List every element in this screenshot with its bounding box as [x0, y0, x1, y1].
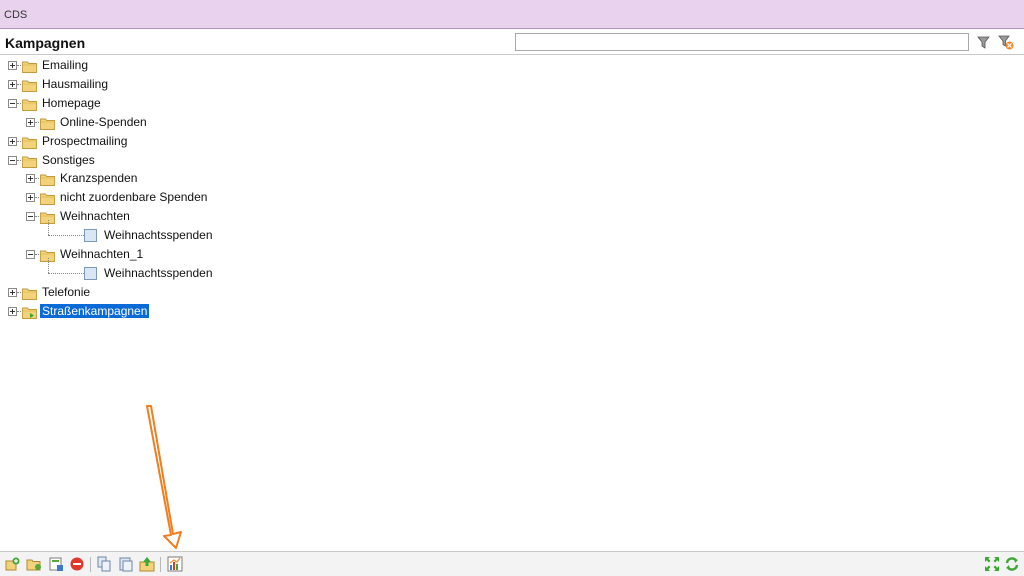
campaign-item-icon — [84, 229, 97, 243]
tree-node-label[interactable]: Hausmailing — [42, 77, 108, 91]
tree-connector — [48, 220, 49, 236]
tree-folder[interactable]: Sonstiges — [0, 151, 1024, 170]
tree-node-label[interactable]: Online-Spenden — [60, 115, 147, 129]
expand-icon[interactable] — [8, 79, 17, 89]
copy-icon[interactable] — [96, 556, 112, 572]
search-input[interactable] — [515, 33, 969, 51]
expand-icon[interactable] — [8, 61, 17, 70]
folder-icon — [40, 173, 55, 187]
expand-icon[interactable] — [8, 136, 17, 146]
expand-icon[interactable] — [26, 174, 35, 184]
tree-node-label[interactable]: Kranzspenden — [60, 171, 137, 185]
tree-node-label[interactable]: Weihnachten — [60, 209, 130, 223]
tree-folder[interactable]: Weihnachten_1 — [0, 245, 1024, 264]
collapse-icon[interactable] — [8, 155, 17, 165]
expand-icon[interactable] — [8, 287, 17, 297]
tree-folder[interactable]: Straßenkampagnen — [0, 302, 1024, 321]
collapse-icon[interactable] — [26, 212, 35, 222]
tree-node-label[interactable]: Telefonie — [42, 285, 90, 299]
tree-node-label[interactable]: Weihnachten_1 — [60, 247, 143, 261]
folder-icon — [22, 287, 37, 300]
expand-all-icon[interactable] — [984, 556, 1000, 572]
tree-folder[interactable]: Hausmailing — [0, 75, 1024, 94]
panel-header: Kampagnen — [0, 30, 1024, 55]
statistics-icon[interactable] — [167, 556, 183, 572]
tree-node-label[interactable]: Prospectmailing — [42, 134, 127, 148]
bottom-toolbar — [0, 551, 1024, 576]
tree-node-label[interactable]: Sonstiges — [42, 153, 95, 167]
folder-icon — [22, 79, 37, 92]
tree-folder[interactable]: Weihnachten — [0, 207, 1024, 226]
tree-item[interactable]: Weihnachtsspenden — [0, 257, 1024, 283]
folder-icon — [40, 192, 55, 206]
tree-folder[interactable]: Homepage — [0, 94, 1024, 113]
tree-connector — [48, 235, 84, 237]
tree-node-label[interactable]: Homepage — [42, 96, 101, 110]
folder-icon — [22, 98, 37, 111]
window-titlebar: CDS — [0, 0, 1024, 29]
tree-folder[interactable]: Kranzspenden — [0, 169, 1024, 188]
tree-folder[interactable]: nicht zuordenbare Spenden — [0, 188, 1024, 207]
delete-icon[interactable] — [69, 556, 85, 572]
tree-folder[interactable]: Telefonie — [0, 283, 1024, 302]
paste-icon[interactable] — [118, 556, 134, 572]
tree-connector — [48, 257, 49, 273]
folder-icon — [22, 136, 37, 149]
expand-icon[interactable] — [8, 306, 17, 316]
collapse-icon[interactable] — [26, 250, 35, 259]
export-icon[interactable] — [139, 556, 155, 572]
window-title: CDS — [4, 9, 28, 21]
expand-icon[interactable] — [26, 193, 35, 203]
tree-folder[interactable]: Online-Spenden — [0, 113, 1024, 132]
folder-icon — [40, 117, 55, 130]
campaign-item-icon — [84, 266, 97, 280]
clear-filter-icon[interactable] — [998, 34, 1015, 51]
tree-node-label[interactable]: Straßenkampagnen — [40, 303, 150, 318]
collapse-icon[interactable] — [8, 98, 17, 108]
new-campaign-icon[interactable] — [5, 556, 21, 572]
tree-node-label[interactable]: Weihnachtsspenden — [104, 228, 213, 242]
campaign-folder-icon — [22, 306, 37, 319]
tree-connector — [48, 272, 84, 274]
new-folder-icon[interactable] — [26, 556, 42, 572]
panel-title: Kampagnen — [5, 35, 86, 51]
tree-node-label[interactable]: Weihnachtsspenden — [104, 266, 213, 280]
toolbar-separator — [160, 557, 161, 572]
toolbar-separator — [90, 557, 91, 572]
folder-icon — [22, 155, 37, 168]
folder-icon — [22, 60, 37, 73]
tree-folder[interactable]: Emailing — [0, 56, 1024, 75]
refresh-icon[interactable] — [1004, 556, 1020, 572]
tree-item[interactable]: Weihnachtsspenden — [0, 220, 1024, 245]
edit-icon[interactable] — [48, 556, 64, 572]
filter-icon[interactable] — [976, 34, 993, 51]
tree-node-label[interactable]: nicht zuordenbare Spenden — [60, 190, 207, 204]
expand-icon[interactable] — [26, 117, 35, 127]
tree-folder[interactable]: Prospectmailing — [0, 132, 1024, 151]
campaign-tree: Emailing Hausmailing Homepage Online-Spende… — [0, 56, 1024, 551]
tree-node-label[interactable]: Emailing — [42, 58, 88, 72]
